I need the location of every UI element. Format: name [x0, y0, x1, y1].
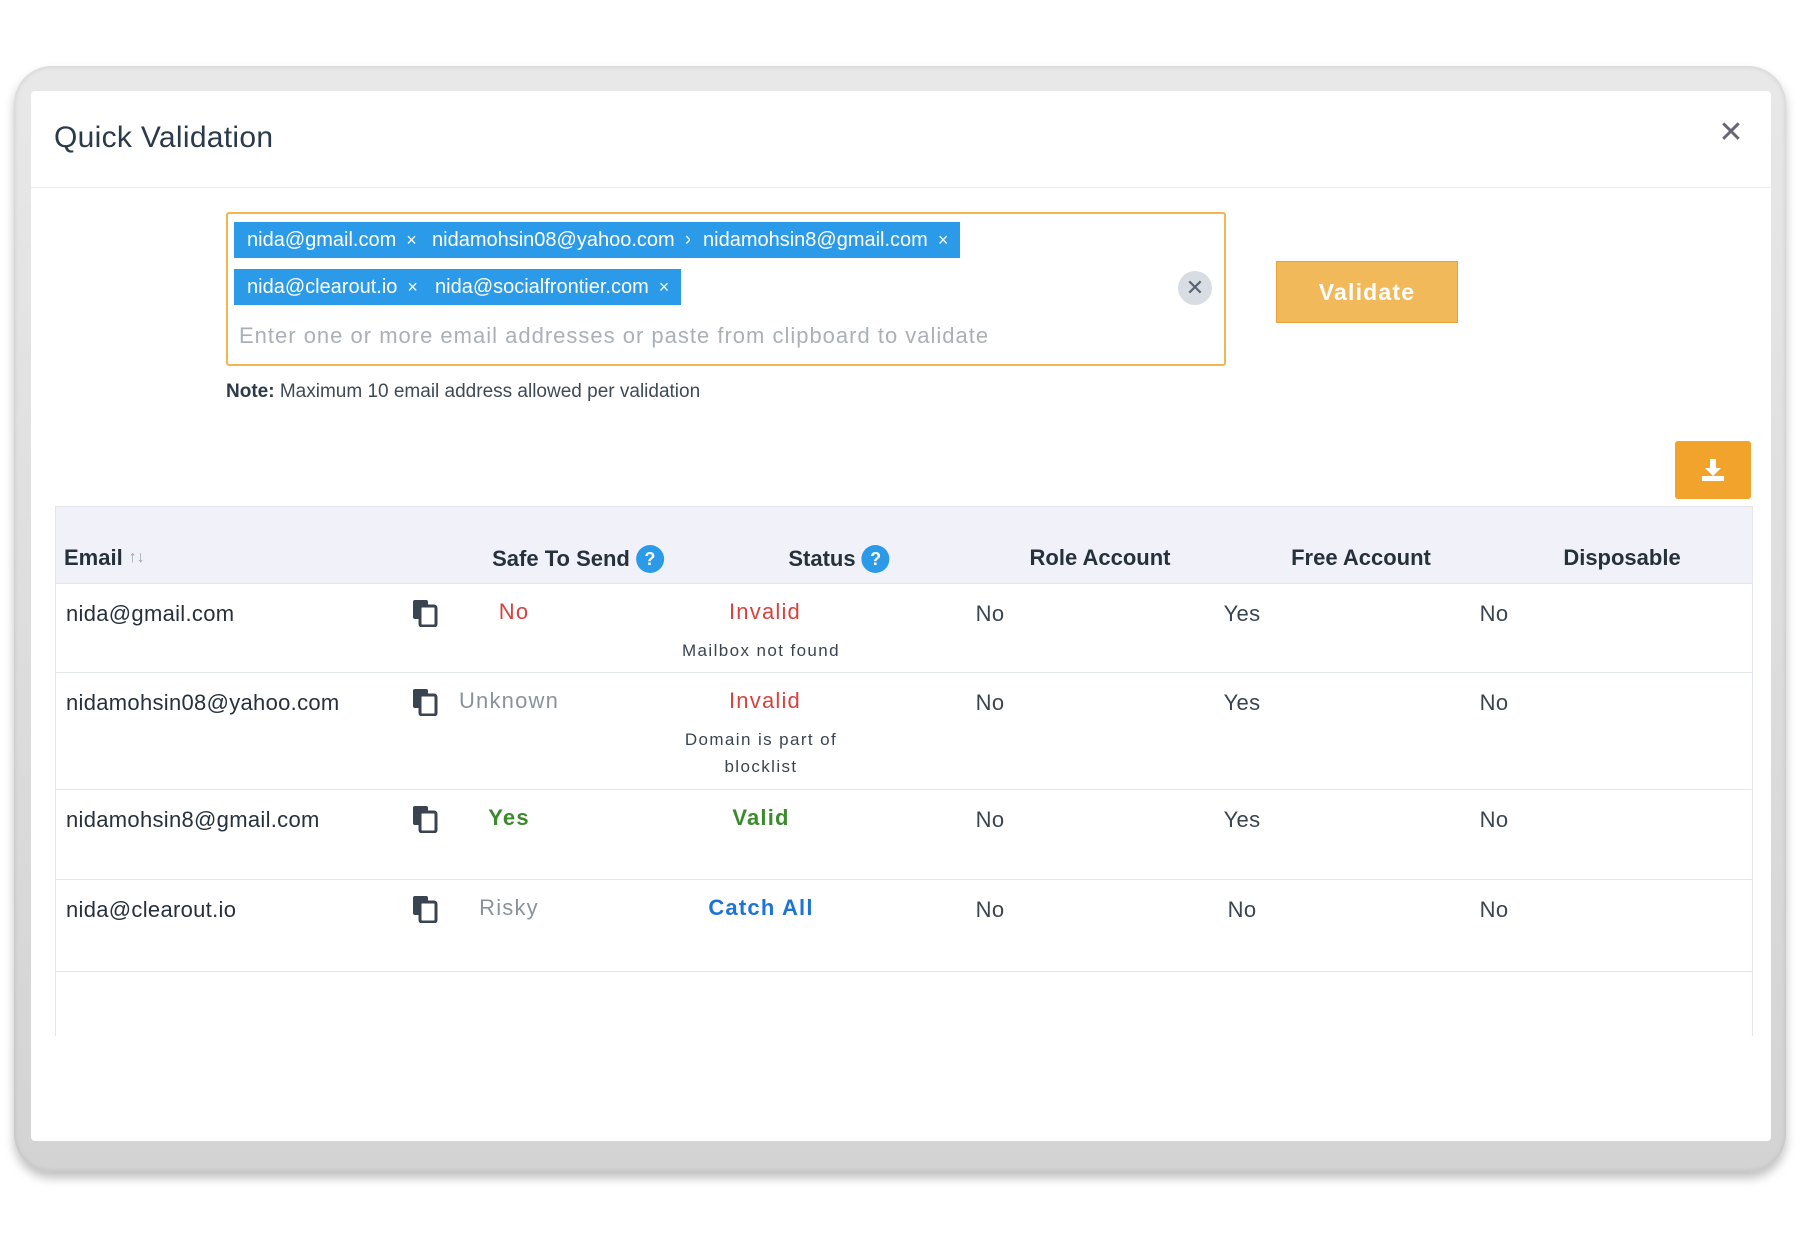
disposable-value: No — [1479, 807, 1509, 832]
safe-to-send-value: No — [498, 599, 530, 624]
column-header-label: Email — [64, 545, 123, 570]
clear-all-icon[interactable]: ✕ — [1178, 271, 1212, 305]
email-tag: nidamohsin08@yahoo.com× — [419, 222, 708, 258]
column-header-label: Safe To Send — [492, 546, 630, 571]
email-tag: nidamohsin8@gmail.com × — [690, 222, 961, 258]
validate-button[interactable]: Validate — [1276, 261, 1458, 323]
email-tag: nida@socialfrontier.com × — [422, 269, 682, 305]
table-row: nida@gmail.com No Invalid Mailbox not fo… — [56, 583, 1752, 673]
status-reason: Mailbox not found — [682, 641, 840, 660]
email-tag: nida@gmail.com × — [234, 222, 429, 258]
note-body: Maximum 10 email address allowed per val… — [274, 381, 701, 402]
row-email: nidamohsin08@yahoo.com — [66, 690, 340, 715]
status-reason: Domain is part of blocklist — [684, 730, 838, 776]
row-email: nida@gmail.com — [66, 601, 235, 626]
help-icon[interactable]: ? — [635, 545, 664, 573]
note-text: Note: Maximum 10 email address allowed p… — [226, 381, 700, 403]
disposable-value: No — [1479, 690, 1509, 715]
free-account-value: Yes — [1223, 601, 1261, 626]
status-value: Valid — [732, 805, 790, 830]
column-header-email[interactable]: Email ↑↓ — [64, 545, 145, 571]
tag-remove-icon[interactable]: × — [406, 230, 417, 250]
quick-validation-modal: Quick Validation ✕ nida@gmail.com × nidam… — [31, 91, 1771, 1141]
help-icon[interactable]: ? — [861, 545, 890, 573]
free-account-value: Yes — [1223, 807, 1261, 832]
download-icon — [1702, 459, 1724, 481]
column-header-label: Status — [788, 546, 856, 571]
tag-remove-icon[interactable]: × — [659, 277, 670, 297]
copy-icon[interactable] — [412, 895, 438, 923]
download-button[interactable] — [1675, 441, 1751, 499]
safe-to-send-value: Yes — [488, 805, 530, 830]
safe-to-send-value: Unknown — [458, 688, 560, 713]
table-row: nidamohsin08@yahoo.com Unknown Invalid D… — [56, 672, 1752, 790]
column-header-disposable: Disposable — [1563, 545, 1681, 570]
modal-title: Quick Validation — [54, 121, 274, 154]
email-tag: nida@clearout.io × — [234, 269, 430, 305]
email-tag-label: nidamohsin8@gmail.com — [703, 229, 928, 251]
column-header-status: Status? — [788, 545, 890, 573]
email-tag-label: nida@clearout.io — [247, 276, 398, 298]
tag-remove-icon[interactable]: × — [938, 230, 949, 250]
role-account-value: No — [975, 807, 1005, 832]
results-table: Email ↑↓ Safe To Send? Status? Role Accou… — [55, 506, 1753, 1036]
status-value: Catch All — [708, 895, 814, 920]
column-header-safe-to-send: Safe To Send? — [492, 545, 664, 573]
table-header: Email ↑↓ Safe To Send? Status? Role Accou… — [56, 506, 1752, 584]
email-entry-input[interactable] — [236, 321, 1182, 351]
disposable-value: No — [1479, 897, 1509, 922]
disposable-value: No — [1479, 601, 1509, 626]
row-email: nida@clearout.io — [66, 897, 237, 922]
sort-icon[interactable]: ↑↓ — [129, 549, 145, 567]
email-tag-label: nida@gmail.com — [247, 229, 397, 251]
email-tag-label: nidamohsin08@yahoo.com — [432, 229, 675, 251]
copy-icon[interactable] — [412, 599, 438, 627]
copy-icon[interactable] — [412, 688, 438, 716]
status-value: Invalid — [729, 688, 801, 713]
note-label: Note: — [226, 381, 275, 402]
role-account-value: No — [975, 601, 1005, 626]
table-row: nidamohsin8@gmail.com Yes Valid No Yes N… — [56, 789, 1752, 880]
role-account-value: No — [975, 690, 1005, 715]
column-header-free-account: Free Account — [1291, 545, 1431, 570]
free-account-value: No — [1227, 897, 1257, 922]
copy-icon[interactable] — [412, 805, 438, 833]
email-tag-input[interactable]: nida@gmail.com× nidamohsin08@yahoo.com× … — [226, 212, 1226, 366]
status-value: Invalid — [729, 599, 801, 624]
tag-remove-icon[interactable]: × — [407, 277, 418, 297]
table-row: nida@clearout.io Risky Catch All No No N… — [56, 879, 1752, 972]
column-header-role-account: Role Account — [1029, 545, 1171, 570]
role-account-value: No — [975, 897, 1005, 922]
close-icon[interactable]: ✕ — [1713, 115, 1749, 151]
modal-header: Quick Validation ✕ — [31, 91, 1771, 188]
email-tag-label: nida@socialfrontier.com — [435, 276, 649, 298]
row-email: nidamohsin8@gmail.com — [66, 807, 320, 832]
safe-to-send-value: Risky — [479, 895, 539, 920]
free-account-value: Yes — [1223, 690, 1261, 715]
